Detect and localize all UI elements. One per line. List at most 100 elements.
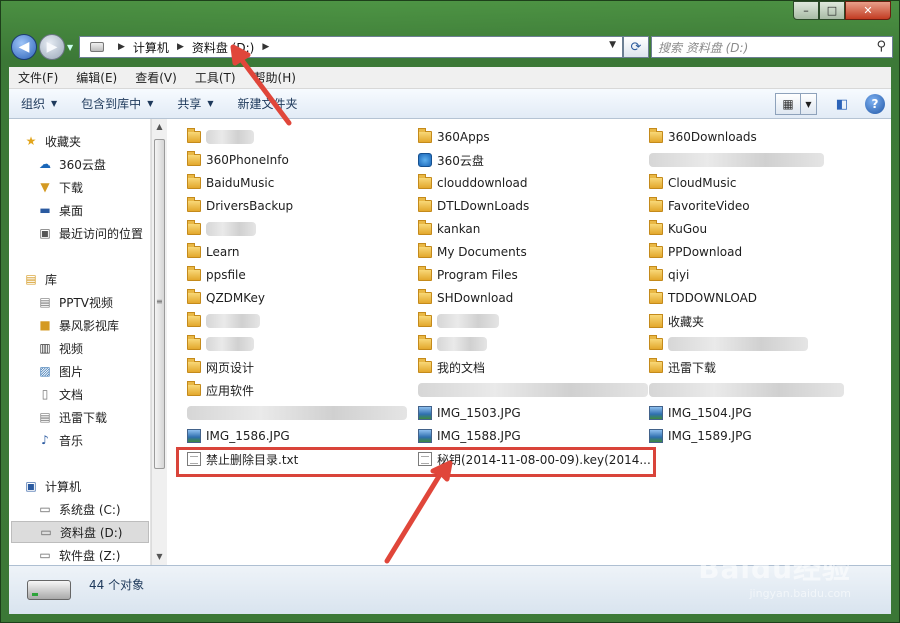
file-item[interactable]: KuGou	[649, 219, 707, 239]
file-item[interactable]: qiyi	[649, 265, 689, 285]
nav-item-documents[interactable]: ▯ 文档	[37, 383, 83, 405]
nav-computer[interactable]: ▣ 计算机	[23, 475, 81, 497]
file-item[interactable]: SHDownload	[418, 288, 513, 308]
file-item[interactable]: IMG_1503.JPG	[418, 403, 521, 423]
file-item[interactable]: clouddownload	[418, 173, 528, 193]
breadcrumb-drive[interactable]: 资料盘 (D:)	[192, 39, 254, 56]
redacted-name	[206, 222, 256, 236]
file-item[interactable]: ppsfile	[187, 265, 246, 285]
nav-item-downloads[interactable]: ▼ 下载	[37, 176, 83, 198]
folder-icon	[187, 381, 201, 396]
close-button[interactable]: ✕	[845, 1, 891, 20]
share-button[interactable]: 共享 ▼	[165, 95, 225, 112]
breadcrumb-computer[interactable]: 计算机	[133, 39, 169, 56]
folder-icon	[418, 220, 432, 235]
file-item[interactable]: IMG_1589.JPG	[649, 426, 752, 446]
breadcrumb-separator-icon[interactable]: ▶	[118, 42, 125, 52]
file-item[interactable]: 360Apps	[418, 127, 490, 147]
file-item[interactable]: CloudMusic	[649, 173, 736, 193]
folder-icon	[187, 243, 201, 258]
nav-item-360cloud[interactable]: ☁ 360云盘	[37, 153, 106, 175]
breadcrumb-separator-icon[interactable]: ▶	[262, 42, 269, 52]
file-item[interactable]: DriversBackup	[187, 196, 293, 216]
maximize-button[interactable]: □	[819, 1, 845, 20]
scroll-up-icon[interactable]: ▲	[152, 119, 167, 135]
file-item[interactable]: Program Files	[418, 265, 518, 285]
nav-item-videos[interactable]: ▥ 视频	[37, 337, 83, 359]
organize-button[interactable]: 组织 ▼	[9, 95, 69, 112]
file-item[interactable]: QZDMKey	[187, 288, 265, 308]
menu-help[interactable]: 帮助(H)	[245, 69, 305, 86]
library-icon: ▤	[25, 272, 37, 286]
file-item[interactable]: IMG_1586.JPG	[187, 426, 290, 446]
file-item[interactable]: 收藏夹	[649, 311, 704, 331]
navigation-scrollbar[interactable]: ▲ ≡ ▼	[151, 119, 167, 565]
file-item[interactable]: 360PhoneInfo	[187, 150, 289, 170]
file-item[interactable]	[187, 334, 254, 354]
back-button[interactable]: ◀	[11, 34, 37, 60]
file-item[interactable]	[649, 150, 824, 170]
file-item[interactable]: PPDownload	[649, 242, 742, 262]
menu-view[interactable]: 查看(V)	[126, 69, 186, 86]
menu-file[interactable]: 文件(F)	[9, 69, 67, 86]
history-dropdown[interactable]: ▼	[67, 43, 73, 52]
address-bar[interactable]: ▶ 计算机 ▶ 资料盘 (D:) ▶ ▼	[79, 36, 623, 58]
refresh-button[interactable]: ⟳	[623, 36, 649, 58]
download-folder-icon: ▼	[40, 180, 50, 194]
view-options-dropdown[interactable]: ▼	[801, 93, 817, 115]
file-item[interactable]: 网页设计	[187, 357, 254, 377]
file-item[interactable]: 我的文档	[418, 357, 485, 377]
file-item[interactable]	[418, 380, 648, 400]
file-item[interactable]: IMG_1504.JPG	[649, 403, 752, 423]
file-item[interactable]: Learn	[187, 242, 240, 262]
search-icon[interactable]: ⚲	[876, 39, 886, 54]
nav-item-pptv[interactable]: ▤ PPTV视频	[37, 291, 113, 313]
file-item[interactable]: 360云盘	[418, 150, 484, 170]
change-view-button[interactable]: ▦	[775, 93, 801, 115]
folder-icon	[418, 128, 432, 143]
nav-libraries[interactable]: ▤ 库	[23, 268, 57, 290]
search-input[interactable]: 搜索 资料盘 (D:) ⚲	[651, 36, 893, 58]
file-item[interactable]: 360Downloads	[649, 127, 757, 147]
help-button[interactable]: ?	[865, 94, 885, 114]
nav-item-music[interactable]: ♪ 音乐	[37, 429, 83, 451]
address-dropdown-icon[interactable]: ▼	[609, 40, 616, 50]
nav-item-pictures[interactable]: ▨ 图片	[37, 360, 83, 382]
file-item[interactable]: 应用软件	[187, 380, 254, 400]
file-name: BaiduMusic	[206, 176, 275, 190]
preview-pane-button[interactable]: ◧	[829, 93, 855, 115]
nav-item-thunder[interactable]: ▤ 迅雷下载	[37, 406, 107, 428]
nav-item-drive-c[interactable]: ▭ 系统盘 (C:)	[37, 498, 120, 520]
file-item[interactable]	[649, 334, 808, 354]
forward-button[interactable]: ▶	[39, 34, 65, 60]
nav-item-drive-z[interactable]: ▭ 软件盘 (Z:)	[37, 544, 120, 566]
file-item[interactable]: TDDOWNLOAD	[649, 288, 757, 308]
menu-edit[interactable]: 编辑(E)	[67, 69, 126, 86]
nav-item-desktop[interactable]: ▬ 桌面	[37, 199, 83, 221]
menu-tools[interactable]: 工具(T)	[186, 69, 245, 86]
new-folder-button[interactable]: 新建文件夹	[226, 95, 310, 112]
file-item[interactable]: DTLDownLoads	[418, 196, 529, 216]
include-in-library-button[interactable]: 包含到库中 ▼	[69, 95, 165, 112]
file-item[interactable]	[187, 127, 254, 147]
nav-item-recent-places[interactable]: ▣ 最近访问的位置	[37, 222, 143, 244]
file-item[interactable]	[187, 311, 260, 331]
file-item[interactable]	[418, 311, 499, 331]
nav-item-drive-d[interactable]: ▭ 资料盘 (D:)	[11, 521, 149, 543]
file-item[interactable]: BaiduMusic	[187, 173, 274, 193]
file-item[interactable]: IMG_1588.JPG	[418, 426, 521, 446]
breadcrumb-separator-icon[interactable]: ▶	[177, 42, 184, 52]
scroll-down-icon[interactable]: ▼	[152, 549, 167, 565]
file-item[interactable]	[187, 219, 256, 239]
file-item[interactable]	[649, 380, 844, 400]
file-item[interactable]	[418, 334, 487, 354]
nav-item-baofeng[interactable]: ■ 暴风影视库	[37, 314, 119, 336]
minimize-button[interactable]: –	[793, 1, 819, 20]
nav-favorites[interactable]: ★ 收藏夹	[23, 130, 81, 152]
file-item[interactable]: 迅雷下载	[649, 357, 716, 377]
nav-favorites-label: 收藏夹	[45, 134, 82, 149]
file-item[interactable]	[187, 403, 407, 423]
file-item[interactable]: FavoriteVideo	[649, 196, 750, 216]
file-item[interactable]: My Documents	[418, 242, 527, 262]
file-item[interactable]: kankan	[418, 219, 480, 239]
